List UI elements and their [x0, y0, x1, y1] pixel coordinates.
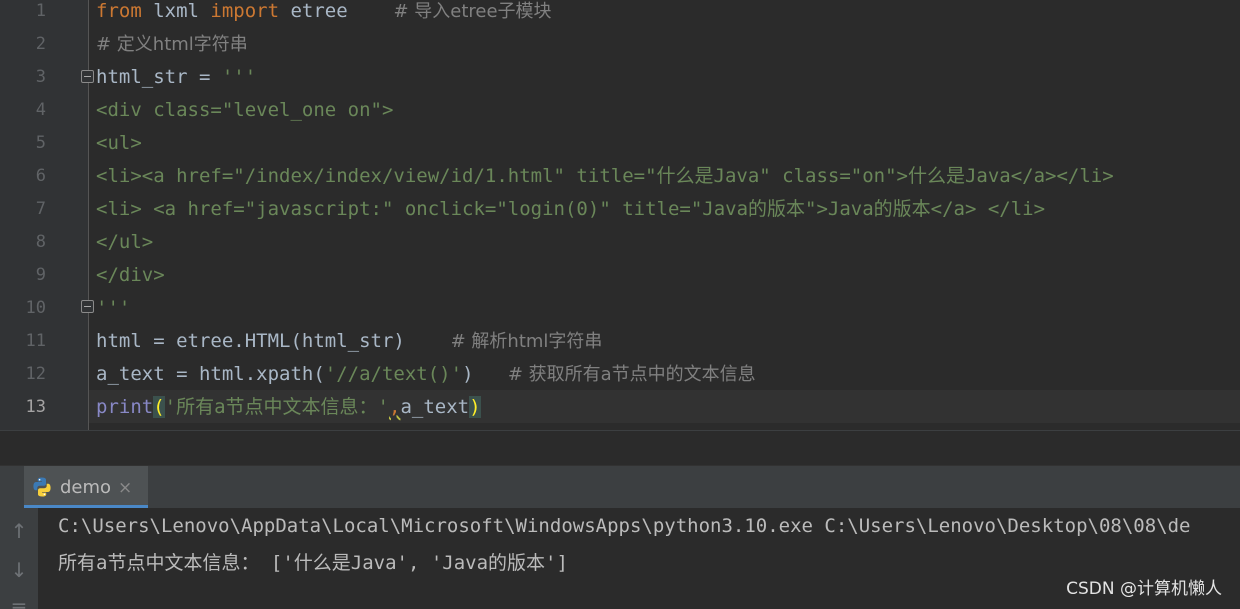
line-number: 11	[25, 331, 46, 351]
code-token: </div>	[96, 264, 165, 286]
code-token: <li><a href="/index/index/view/id/1.html…	[96, 165, 1114, 187]
code-token: lxml	[141, 0, 211, 22]
code-line[interactable]: <div class="level_one on">	[96, 99, 393, 132]
line-number: 7	[35, 199, 46, 219]
line-number: 8	[35, 232, 46, 252]
run-tab-bar: demo ×	[0, 466, 1240, 508]
console-output[interactable]: C:\Users\Lenovo\AppData\Local\Microsoft\…	[38, 508, 1240, 609]
code-line[interactable]: html_str = '''	[96, 66, 256, 99]
code-line[interactable]: html = etree.HTML(html_str) # 解析html字符串	[96, 330, 602, 363]
code-token: )	[469, 396, 481, 418]
code-token: '所有a节点中文本信息：'	[164, 396, 389, 418]
line-number: 13	[25, 397, 46, 417]
code-token: <ul>	[96, 132, 142, 154]
code-token: <div class="level_one on">	[96, 99, 394, 121]
code-line[interactable]: a_text = html.xpath('//a/text()') # 获取所有…	[96, 363, 756, 396]
code-line[interactable]: from lxml import etree # 导入etree子模块	[96, 0, 552, 33]
code-line[interactable]: </div>	[96, 264, 165, 297]
code-token: </ul>	[96, 231, 154, 253]
line-number: 1	[35, 1, 46, 21]
console-line: 所有a节点中文本信息： ['什么是Java', 'Java的版本']	[58, 552, 568, 574]
line-number: 12	[25, 364, 46, 384]
close-icon[interactable]: ×	[118, 478, 132, 498]
code-line[interactable]: '''	[96, 297, 130, 330]
code-token: a_text = html.xpath(	[96, 363, 325, 385]
code-line[interactable]: # 定义html字符串	[96, 33, 248, 66]
line-number: 9	[35, 265, 46, 285]
code-token: # 获取所有a节点中的文本信息	[507, 364, 756, 385]
code-token: # 导入etree子模块	[393, 1, 552, 22]
editor-statusbar-spacer	[0, 431, 1240, 465]
run-tab-label: demo	[60, 477, 112, 498]
code-line[interactable]: <li><a href="/index/index/view/id/1.html…	[96, 165, 1114, 198]
code-token: )	[462, 363, 508, 385]
code-token: a_text	[400, 396, 470, 418]
run-panel: demo × ↑ ↓ ≡ C:\Users\Lenovo\AppData\Loc…	[0, 465, 1240, 609]
code-token: import	[210, 0, 280, 22]
code-editor[interactable]: 1 2 3 4 5 6 7 8 9 10 11 12 13 from lxml import etree…	[0, 0, 1240, 430]
code-token: html = etree.HTML(html_str)	[96, 330, 451, 352]
code-token: '''	[96, 297, 131, 319]
code-token: <li> <a href="javascript:" onclick="logi…	[96, 198, 1046, 220]
gutter-divider	[88, 0, 89, 430]
code-token: # 定义html字符串	[96, 34, 248, 55]
arrow-up-icon[interactable]: ↑	[8, 520, 30, 542]
python-icon	[33, 477, 51, 497]
code-token: # 解析html字符串	[450, 331, 603, 352]
run-tab-demo[interactable]: demo ×	[24, 466, 148, 508]
wrap-lines-icon[interactable]: ≡	[8, 596, 30, 609]
watermark: CSDN @计算机懒人	[1066, 579, 1222, 599]
fold-toggle-icon[interactable]	[81, 70, 94, 83]
code-line[interactable]: print('所有a节点中文本信息：',a_text)	[96, 396, 481, 429]
line-number: 2	[35, 34, 46, 54]
line-number: 6	[35, 166, 46, 186]
fold-toggle-icon[interactable]	[81, 300, 94, 313]
code-token: etree	[279, 0, 394, 22]
code-token: print	[96, 396, 154, 418]
code-token: from	[96, 0, 142, 22]
line-number: 10	[25, 298, 46, 318]
line-number: 4	[35, 100, 46, 120]
run-toolbar: ↑ ↓ ≡	[0, 508, 38, 609]
code-line[interactable]: </ul>	[96, 231, 153, 264]
code-token: html_str =	[96, 66, 222, 88]
line-number: 5	[35, 133, 46, 153]
arrow-down-icon[interactable]: ↓	[8, 559, 30, 581]
code-token: '//a/text()'	[324, 363, 463, 385]
code-token: (	[153, 396, 165, 418]
console-line: C:\Users\Lenovo\AppData\Local\Microsoft\…	[58, 515, 1191, 537]
code-line[interactable]: <li> <a href="javascript:" onclick="logi…	[96, 198, 1045, 231]
code-token: '''	[221, 66, 257, 88]
code-token: ,	[388, 396, 401, 418]
code-line[interactable]: <ul>	[96, 132, 142, 165]
line-number: 3	[35, 67, 46, 87]
